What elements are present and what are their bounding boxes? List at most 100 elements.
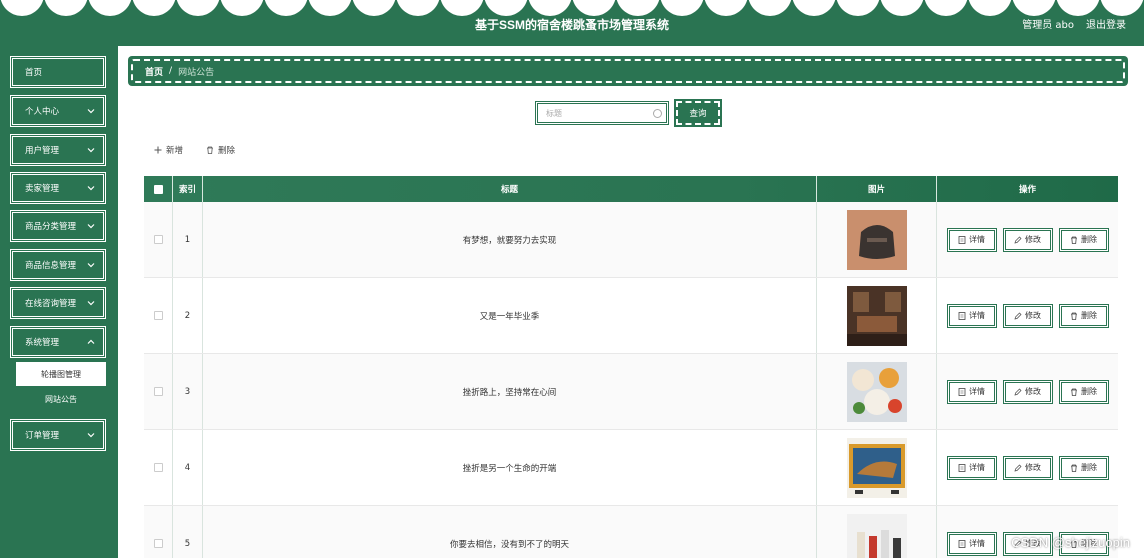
sidebar-item-label: 在线咨询管理 xyxy=(25,299,77,309)
edit-button[interactable]: 修改 xyxy=(1002,379,1053,404)
batch-delete-label: 删除 xyxy=(218,146,236,156)
edit-button[interactable]: 修改 xyxy=(1002,455,1053,480)
submenu-item-label: 网站公告 xyxy=(45,394,77,404)
detail-label: 详情 xyxy=(969,387,985,396)
edit-label: 修改 xyxy=(1025,235,1041,244)
add-button[interactable]: 新增 xyxy=(154,144,183,156)
detail-label: 详情 xyxy=(969,539,985,548)
chevron-down-icon xyxy=(87,263,95,268)
delete-button[interactable]: 删除 xyxy=(1058,455,1109,480)
header-image: 图片 xyxy=(817,176,937,202)
detail-button[interactable]: 详情 xyxy=(946,531,997,556)
document-icon xyxy=(958,539,966,548)
add-button-label: 新增 xyxy=(166,146,184,156)
document-icon xyxy=(958,387,966,396)
row-thumbnail xyxy=(846,437,907,498)
delete-button[interactable]: 删除 xyxy=(1058,379,1109,404)
trash-icon xyxy=(1071,236,1077,244)
chevron-down-icon xyxy=(87,109,95,114)
row-index: 1 xyxy=(173,202,203,277)
search-placeholder: 标题 xyxy=(546,108,562,118)
app-header: 基于SSM的宿舍楼跳蚤市场管理系统 管理员 abo 退出登录 xyxy=(0,0,1144,46)
breadcrumb-current: 网站公告 xyxy=(178,67,215,78)
row-checkbox[interactable] xyxy=(153,463,163,472)
breadcrumb-home[interactable]: 首页 xyxy=(145,65,163,78)
sidebar-item-system[interactable]: 系统管理 xyxy=(10,326,106,358)
sidebar-item-products[interactable]: 商品信息管理 xyxy=(10,249,106,281)
table-row: 5 你要去相信，没有到不了的明天 详情 修改 删除 xyxy=(144,506,1118,558)
table-row: 2 又是一年毕业季 详情 修改 删除 xyxy=(144,278,1118,354)
watermark: CSDN @shejizuopin xyxy=(1011,535,1130,550)
detail-label: 详情 xyxy=(969,463,985,472)
delete-label: 删除 xyxy=(1081,235,1097,244)
chevron-down-icon xyxy=(87,148,95,153)
search-button[interactable]: 查询 xyxy=(674,99,722,127)
chevron-down-icon xyxy=(87,301,95,306)
batch-delete-button[interactable]: 删除 xyxy=(206,144,235,156)
app-title: 基于SSM的宿舍楼跳蚤市场管理系统 xyxy=(474,18,669,32)
sidebar-item-label: 首页 xyxy=(25,68,43,78)
header-ops: 操作 xyxy=(1018,185,1036,195)
row-title: 挫折是另一个生命的开端 xyxy=(203,430,817,505)
detail-label: 详情 xyxy=(969,311,985,320)
sidebar-item-label: 订单管理 xyxy=(25,431,60,441)
row-checkbox[interactable] xyxy=(153,235,163,244)
chevron-up-icon xyxy=(87,339,95,344)
sidebar-item-label: 系统管理 xyxy=(25,338,60,348)
detail-button[interactable]: 详情 xyxy=(946,227,997,252)
search-input[interactable]: 标题 xyxy=(535,101,669,125)
detail-button[interactable]: 详情 xyxy=(946,455,997,480)
row-checkbox[interactable] xyxy=(153,539,163,548)
sidebar-item-users[interactable]: 用户管理 xyxy=(10,134,106,166)
row-index: 2 xyxy=(173,278,203,353)
pencil-icon xyxy=(1014,464,1022,471)
trash-icon xyxy=(207,146,213,154)
document-icon xyxy=(958,463,966,472)
row-index: 5 xyxy=(173,506,203,558)
breadcrumb-separator: / xyxy=(169,66,173,76)
delete-label: 删除 xyxy=(1081,463,1097,472)
edit-label: 修改 xyxy=(1025,311,1041,320)
sidebar-item-label: 商品信息管理 xyxy=(25,261,77,271)
sidebar-item-categories[interactable]: 商品分类管理 xyxy=(10,210,106,242)
chevron-down-icon xyxy=(87,433,95,438)
delete-button[interactable]: 删除 xyxy=(1058,227,1109,252)
clear-icon xyxy=(653,109,662,118)
table-row: 1 有梦想，就要努力去实现 详情 修改 删除 xyxy=(144,202,1118,278)
select-all-checkbox[interactable] xyxy=(153,184,163,194)
main-content: 首页 / 网站公告 标题 查询 新增 删除 索引 标题 图片 操作 1 有梦想，… xyxy=(118,46,1144,558)
row-checkbox[interactable] xyxy=(153,311,163,320)
row-title: 挫折路上，坚持常在心间 xyxy=(203,354,817,429)
plus-icon xyxy=(154,146,162,154)
detail-button[interactable]: 详情 xyxy=(946,379,997,404)
detail-label: 详情 xyxy=(969,235,985,244)
submenu-item-label: 轮播图管理 xyxy=(41,369,81,379)
sidebar: 首页 个人中心 用户管理 卖家管理 商品分类管理 商品信息管理 在线咨询管理 系… xyxy=(0,46,118,558)
header-title: 标题 xyxy=(203,176,817,202)
sidebar-item-profile[interactable]: 个人中心 xyxy=(10,95,106,127)
sidebar-item-orders[interactable]: 订单管理 xyxy=(10,419,106,451)
edit-button[interactable]: 修改 xyxy=(1002,227,1053,252)
row-checkbox[interactable] xyxy=(153,387,163,396)
edit-label: 修改 xyxy=(1025,463,1041,472)
sidebar-item-label: 个人中心 xyxy=(25,107,60,117)
delete-label: 删除 xyxy=(1081,311,1097,320)
chevron-down-icon xyxy=(87,224,95,229)
sidebar-item-home[interactable]: 首页 xyxy=(10,56,106,88)
current-user: 管理员 abo xyxy=(1022,20,1074,31)
submenu-item-announcements[interactable]: 网站公告 xyxy=(16,387,106,411)
header-index: 索引 xyxy=(173,176,203,202)
delete-button[interactable]: 删除 xyxy=(1058,303,1109,328)
logout-link[interactable]: 退出登录 xyxy=(1086,16,1126,31)
edit-button[interactable]: 修改 xyxy=(1002,303,1053,328)
row-index: 4 xyxy=(173,430,203,505)
edit-label: 修改 xyxy=(1025,387,1041,396)
sidebar-item-consult[interactable]: 在线咨询管理 xyxy=(10,287,106,319)
trash-icon xyxy=(1071,464,1077,472)
sidebar-item-label: 用户管理 xyxy=(25,146,60,156)
sidebar-item-sellers[interactable]: 卖家管理 xyxy=(10,172,106,204)
row-title: 有梦想，就要努力去实现 xyxy=(203,202,817,277)
submenu-item-carousel[interactable]: 轮播图管理 xyxy=(16,362,106,386)
table-row: 4 挫折是另一个生命的开端 详情 修改 删除 xyxy=(144,430,1118,506)
detail-button[interactable]: 详情 xyxy=(946,303,997,328)
